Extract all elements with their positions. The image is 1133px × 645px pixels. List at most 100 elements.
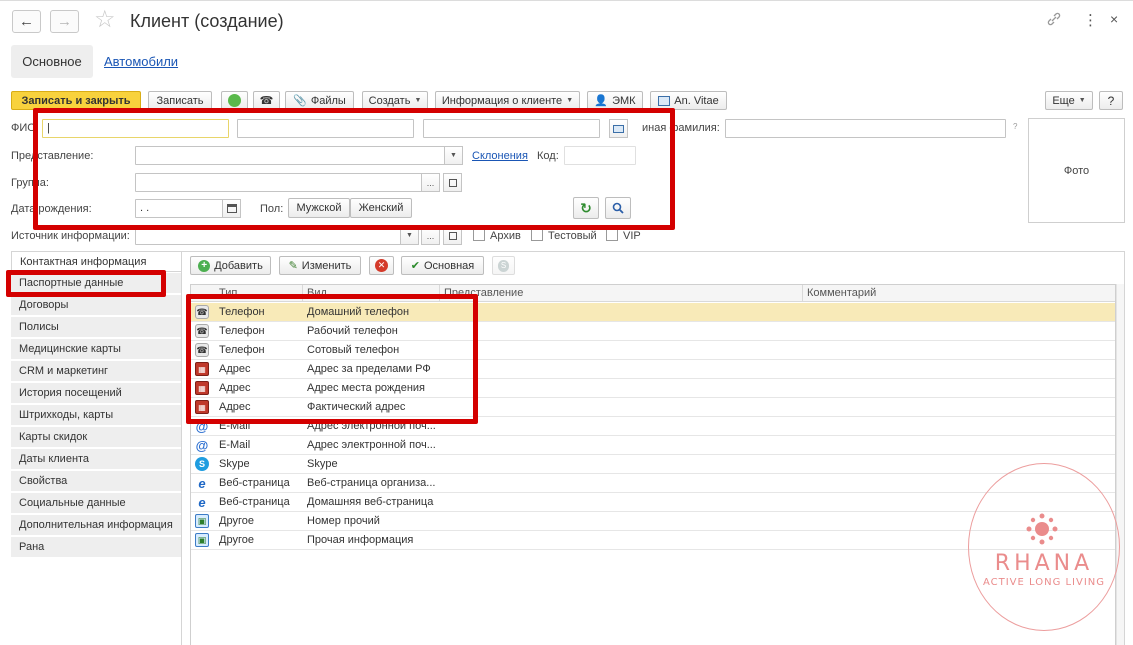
cell-kind: Прочая информация	[307, 534, 414, 546]
telephone-button[interactable]: ☎	[253, 91, 280, 110]
arrow-right-icon: →	[57, 13, 72, 30]
tab-main[interactable]: Основное	[11, 45, 93, 78]
sidebar-item-wound[interactable]: Рана	[11, 537, 181, 558]
table-row[interactable]: S Skype Skype	[191, 455, 1115, 474]
cell-kind: Адрес электронной поч...	[307, 420, 436, 432]
more-button[interactable]: Еще ▼	[1045, 91, 1093, 110]
declension-link[interactable]: Склонения	[472, 150, 528, 162]
pencil-icon: ✎	[288, 260, 298, 272]
edit-contact-button[interactable]: ✎ Изменить	[279, 256, 361, 275]
refresh-button[interactable]: ↻	[573, 197, 599, 219]
group-open-button[interactable]	[443, 173, 462, 192]
chevron-down-icon: ▼	[414, 97, 422, 104]
telephone-icon: ☎	[259, 95, 274, 107]
forward-button[interactable]: →	[50, 10, 79, 33]
presentation-input[interactable]	[135, 146, 445, 165]
doctor-icon: 👤	[594, 95, 609, 107]
sidebar-item-crm[interactable]: CRM и маркетинг	[11, 361, 181, 382]
column-header-type[interactable]: Тип	[191, 285, 303, 302]
group-select-button[interactable]: ...	[421, 173, 440, 192]
watermark-tagline: ACTIVE LONG LIVING	[982, 577, 1106, 588]
sidebar-item-properties[interactable]: Свойства	[11, 471, 181, 492]
top-border	[0, 0, 1133, 1]
add-contact-button[interactable]: + Добавить	[190, 256, 271, 275]
create-button[interactable]: Создать ▼	[362, 91, 428, 110]
calendar-icon	[226, 204, 237, 213]
first-name-input[interactable]	[237, 119, 414, 138]
table-row[interactable]: ☎ Телефон Рабочий телефон	[191, 322, 1115, 341]
cell-type: Веб-страница	[219, 496, 290, 508]
table-row[interactable]: ☎ Телефон Домашний телефон	[191, 303, 1115, 322]
source-select-button[interactable]: ...	[421, 226, 440, 245]
sidebar-item-visit-history[interactable]: История посещений	[11, 383, 181, 404]
sidebar-item-discount-cards[interactable]: Карты скидок	[11, 427, 181, 448]
search-button[interactable]	[605, 197, 631, 219]
name-parse-button[interactable]	[609, 119, 628, 138]
delete-contact-button[interactable]: ✕	[369, 256, 394, 275]
column-header-presentation[interactable]: Представление	[440, 285, 803, 302]
photo-box[interactable]: Фото	[1028, 118, 1125, 223]
client-info-button[interactable]: Информация о клиенте ▼	[435, 91, 580, 110]
last-name-input[interactable]: |	[42, 119, 229, 138]
parse-icon	[613, 124, 624, 133]
column-header-kind[interactable]: Вид	[303, 285, 440, 302]
source-input[interactable]	[135, 226, 401, 245]
column-header-comment[interactable]: Комментарий	[803, 285, 1115, 302]
more-menu-icon[interactable]: ⋮	[1083, 11, 1098, 29]
source-open-button[interactable]	[443, 226, 462, 245]
refresh-icon: ↻	[580, 199, 592, 216]
emk-button[interactable]: 👤 ЭМК	[587, 91, 643, 110]
test-checkbox[interactable]	[531, 229, 543, 241]
watermark-name: RHANA	[994, 551, 1094, 576]
table-row[interactable]: @ E-Mail Адрес электронной поч...	[191, 417, 1115, 436]
gender-male-button[interactable]: Мужской	[288, 198, 350, 218]
files-button[interactable]: 📎 Файлы	[285, 91, 354, 110]
calendar-button[interactable]	[222, 199, 241, 218]
group-input[interactable]	[135, 173, 422, 192]
source-dropdown[interactable]: ▼	[400, 226, 419, 245]
arrow-left-icon: ←	[19, 13, 34, 30]
table-row[interactable]: @ E-Mail Адрес электронной поч...	[191, 436, 1115, 455]
back-button[interactable]: ←	[12, 10, 41, 33]
table-row[interactable]: ▦ Адрес Адрес за пределами РФ	[191, 360, 1115, 379]
save-and-close-button[interactable]: Записать и закрыть	[11, 91, 141, 110]
archive-checkbox[interactable]	[473, 229, 485, 241]
sidebar-item-contacts[interactable]: Контактная информация	[11, 251, 181, 272]
call-button[interactable]	[221, 91, 248, 110]
help-button[interactable]: ?	[1099, 91, 1123, 110]
cell-type: Skype	[219, 458, 250, 470]
an-vitae-button[interactable]: An. Vitae	[650, 91, 727, 110]
cell-kind: Сотовый телефон	[307, 344, 400, 356]
cell-kind: Фактический адрес	[307, 401, 406, 413]
sidebar-item-barcodes[interactable]: Штрихкоды, карты	[11, 405, 181, 426]
link-icon[interactable]	[1046, 11, 1062, 31]
table-row[interactable]: ▦ Адрес Фактический адрес	[191, 398, 1115, 417]
sidebar-item-medical-cards[interactable]: Медицинские карты	[11, 339, 181, 360]
sidebar-item-social[interactable]: Социальные данные	[11, 493, 181, 514]
table-row[interactable]: e Веб-страница Веб-страница организа...	[191, 474, 1115, 493]
set-main-button[interactable]: ✔ Основная	[401, 256, 484, 275]
vip-checkbox[interactable]	[606, 229, 618, 241]
birthdate-input[interactable]: . .	[135, 199, 223, 218]
favorite-star-icon[interactable]: ☆	[94, 8, 116, 32]
delete-icon: ✕	[375, 259, 388, 272]
test-label: Тестовый	[548, 230, 597, 242]
sidebar-item-additional[interactable]: Дополнительная информация	[11, 515, 181, 536]
web-page-icon: e	[198, 475, 206, 491]
other-surname-input[interactable]	[725, 119, 1006, 138]
table-scrollbar[interactable]	[1116, 284, 1124, 645]
cell-type: Телефон	[219, 344, 265, 356]
tab-cars[interactable]: Автомобили	[104, 54, 178, 69]
table-row[interactable]: ▦ Адрес Адрес места рождения	[191, 379, 1115, 398]
middle-name-input[interactable]	[423, 119, 600, 138]
close-icon[interactable]: ×	[1110, 11, 1118, 27]
presentation-dropdown[interactable]: ▼	[444, 146, 463, 165]
skype-call-button[interactable]: S	[492, 256, 515, 275]
gender-female-button[interactable]: Женский	[350, 198, 412, 218]
save-button[interactable]: Записать	[148, 91, 212, 110]
table-row[interactable]: ☎ Телефон Сотовый телефон	[191, 341, 1115, 360]
sidebar-item-policies[interactable]: Полисы	[11, 317, 181, 338]
sidebar-item-client-dates[interactable]: Даты клиента	[11, 449, 181, 470]
sidebar-item-passport[interactable]: Паспортные данные	[11, 273, 181, 294]
sidebar-item-contracts[interactable]: Договоры	[11, 295, 181, 316]
